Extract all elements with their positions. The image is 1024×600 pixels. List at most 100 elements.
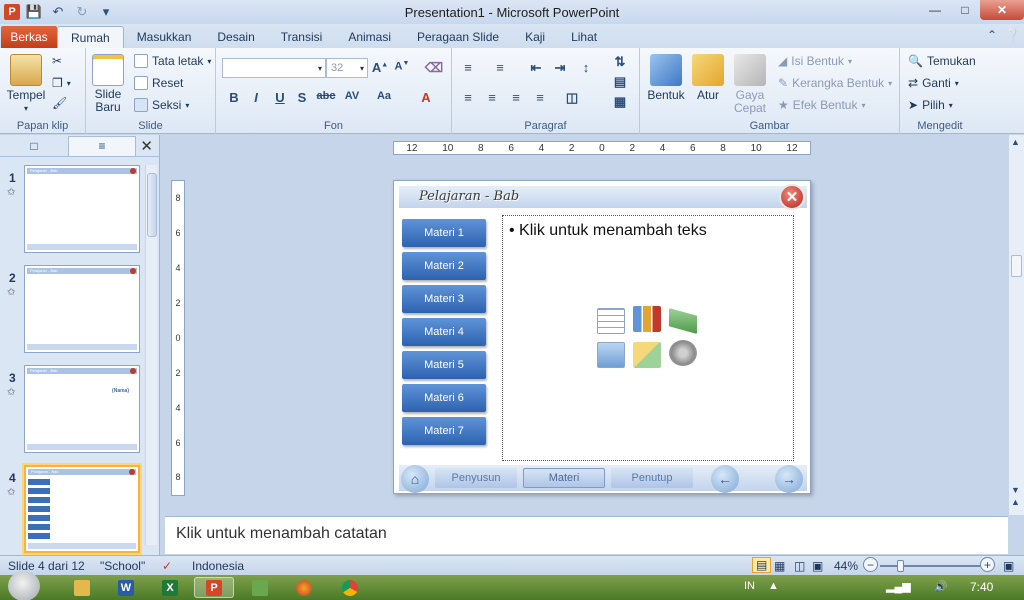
footer-materi-button[interactable]: Materi bbox=[523, 468, 605, 488]
shapes-button[interactable]: Bentuk bbox=[642, 89, 690, 102]
bullets-icon[interactable]: ≡ bbox=[458, 60, 478, 75]
slide-thumbnail-2[interactable]: Pelajaran - Bab bbox=[24, 265, 140, 353]
close-pane-icon[interactable]: ✕ bbox=[140, 137, 153, 155]
paste-dropdown-icon[interactable]: ▾ bbox=[4, 102, 48, 115]
columns-icon[interactable]: ◫ bbox=[562, 90, 582, 106]
paste-icon[interactable] bbox=[10, 54, 42, 86]
notes-pane[interactable]: Klik untuk menambah catatan bbox=[165, 516, 1008, 554]
align-left-icon[interactable]: ≡ bbox=[458, 90, 478, 105]
quick-styles-label-2[interactable]: Cepat bbox=[728, 102, 772, 115]
zoom-slider-thumb[interactable] bbox=[897, 560, 904, 572]
language-indicator[interactable]: Indonesia bbox=[192, 559, 244, 573]
slide-sorter-icon[interactable]: ▦ bbox=[774, 559, 785, 573]
strikethrough-icon[interactable]: abc bbox=[316, 90, 336, 102]
help-icon[interactable]: ❔ bbox=[1005, 28, 1020, 42]
clock[interactable]: 7:40 bbox=[970, 580, 993, 594]
footer-penutup-button[interactable]: Penutup bbox=[611, 468, 693, 488]
align-right-icon[interactable]: ≡ bbox=[506, 90, 526, 105]
arrange-button[interactable]: Atur bbox=[686, 89, 730, 102]
justify-icon[interactable]: ≡ bbox=[530, 90, 550, 105]
save-icon[interactable]: 💾 bbox=[24, 3, 44, 21]
materi-button-3[interactable]: Materi 3 bbox=[402, 285, 486, 313]
zoom-out-icon[interactable]: − bbox=[863, 557, 878, 572]
increase-indent-icon[interactable]: ⇥ bbox=[550, 60, 570, 76]
align-text-icon[interactable]: ▤ bbox=[610, 74, 630, 90]
minimize-icon[interactable]: — bbox=[920, 0, 950, 20]
shape-outline-button[interactable]: ✎ Kerangka Bentuk ▾ bbox=[778, 76, 892, 90]
arrange-icon[interactable] bbox=[692, 54, 724, 86]
slide-thumbnail-3[interactable]: Pelajaran - Bab (Nama) bbox=[24, 365, 140, 453]
reading-view-icon[interactable]: ◫ bbox=[794, 559, 805, 573]
home-icon[interactable]: ⌂ bbox=[401, 465, 429, 493]
zoom-in-icon[interactable]: + bbox=[980, 557, 995, 572]
zoom-level[interactable]: 44% bbox=[834, 559, 858, 573]
slide-thumbnail-4[interactable]: Pelajaran - Bab bbox=[24, 465, 140, 553]
undo-icon[interactable]: ↶ bbox=[48, 3, 68, 21]
tab-desain[interactable]: Desain bbox=[204, 26, 267, 48]
slide-thumbnail-1[interactable]: Pelajaran - Bab bbox=[24, 165, 140, 253]
redo-icon[interactable]: ↻ bbox=[72, 3, 92, 21]
previous-arrow-icon[interactable]: ← bbox=[711, 465, 739, 493]
shape-fill-button[interactable]: ◢ Isi Bentuk ▾ bbox=[778, 54, 852, 68]
new-slide-label-2[interactable]: Baru bbox=[88, 101, 128, 114]
decrease-indent-icon[interactable]: ⇤ bbox=[526, 60, 546, 76]
materi-button-6[interactable]: Materi 6 bbox=[402, 384, 486, 412]
maximize-icon[interactable]: □ bbox=[950, 0, 980, 20]
section-button[interactable]: Seksi ▾ bbox=[134, 98, 189, 112]
character-spacing-icon[interactable]: AV bbox=[342, 90, 362, 102]
font-name-combo[interactable]: ▾ bbox=[222, 58, 326, 78]
thumbnail-scroll-thumb[interactable] bbox=[147, 173, 157, 237]
scroll-up-icon[interactable]: ▲ bbox=[1011, 137, 1020, 147]
tab-masukkan[interactable]: Masukkan bbox=[124, 26, 205, 48]
horizontal-ruler[interactable]: 12 10 8 6 4 2 0 2 4 6 8 10 12 bbox=[393, 141, 811, 155]
scroll-down-icon[interactable]: ▼ bbox=[1011, 485, 1020, 495]
insert-smartart-icon[interactable] bbox=[669, 308, 697, 334]
quick-styles-icon[interactable] bbox=[734, 54, 766, 86]
font-color-icon[interactable]: A bbox=[416, 90, 436, 105]
input-language[interactable]: IN bbox=[744, 580, 755, 592]
tab-lihat[interactable]: Lihat bbox=[558, 26, 610, 48]
spell-check-icon[interactable]: ✓ bbox=[162, 559, 172, 573]
tray-show-hidden-icon[interactable]: ▲ bbox=[768, 580, 779, 592]
copy-icon[interactable]: ❐ ▾ bbox=[52, 76, 71, 90]
taskbar-explorer[interactable] bbox=[62, 577, 102, 598]
customize-toolbar-icon[interactable]: ▾ bbox=[96, 3, 116, 21]
tab-kaji[interactable]: Kaji bbox=[512, 26, 558, 48]
zoom-slider[interactable] bbox=[880, 565, 980, 567]
insert-table-icon[interactable] bbox=[597, 308, 625, 334]
replace-button[interactable]: ⇄ Ganti ▾ bbox=[908, 76, 959, 90]
collapse-ribbon-icon[interactable]: ⌃ bbox=[987, 28, 997, 42]
normal-view-icon[interactable]: ▤ bbox=[752, 557, 772, 573]
tab-slides-view[interactable]: □ bbox=[0, 136, 68, 156]
shrink-font-icon[interactable]: A▼ bbox=[392, 60, 412, 73]
start-button-icon[interactable] bbox=[8, 571, 40, 600]
tray-network-icon[interactable]: ▂▄▆ bbox=[886, 580, 911, 593]
format-painter-icon[interactable]: 🖌 bbox=[52, 96, 67, 110]
insert-picture-icon[interactable] bbox=[597, 342, 625, 368]
slide-scrollbar[interactable]: ▲ ▼ ▲ bbox=[1008, 135, 1024, 515]
app-icon[interactable]: P bbox=[4, 3, 20, 21]
shadow-icon[interactable]: S bbox=[292, 90, 312, 105]
taskbar-word[interactable]: W bbox=[106, 577, 146, 598]
grow-font-icon[interactable]: A▲ bbox=[370, 60, 390, 75]
taskbar-app[interactable] bbox=[240, 577, 280, 598]
materi-button-1[interactable]: Materi 1 bbox=[402, 219, 486, 247]
slide-canvas[interactable]: Pelajaran - Bab ✕ Materi 1 Materi 2 Materi… bbox=[393, 180, 811, 494]
find-button[interactable]: 🔍 Temukan bbox=[908, 54, 976, 68]
taskbar-firefox[interactable] bbox=[284, 577, 324, 598]
vertical-ruler[interactable]: 8 6 4 2 0 2 4 6 8 bbox=[171, 180, 185, 496]
previous-slide-icon[interactable]: ▲ bbox=[1011, 497, 1020, 507]
slide-show-icon[interactable]: ▣ bbox=[812, 559, 823, 573]
tab-peragaan-slide[interactable]: Peragaan Slide bbox=[404, 26, 512, 48]
underline-icon[interactable]: U bbox=[270, 90, 290, 105]
materi-button-4[interactable]: Materi 4 bbox=[402, 318, 486, 346]
thumbnail-scrollbar[interactable] bbox=[145, 165, 157, 545]
taskbar-excel[interactable]: X bbox=[150, 577, 190, 598]
change-case-icon[interactable]: Aa bbox=[374, 90, 394, 102]
slide-scroll-thumb[interactable] bbox=[1011, 255, 1022, 277]
paste-button[interactable]: Tempel bbox=[4, 89, 48, 102]
insert-chart-icon[interactable] bbox=[633, 306, 661, 332]
center-icon[interactable]: ≡ bbox=[482, 90, 502, 105]
tab-rumah[interactable]: Rumah bbox=[57, 26, 124, 48]
layout-button[interactable]: Tata letak ▾ bbox=[134, 54, 211, 68]
